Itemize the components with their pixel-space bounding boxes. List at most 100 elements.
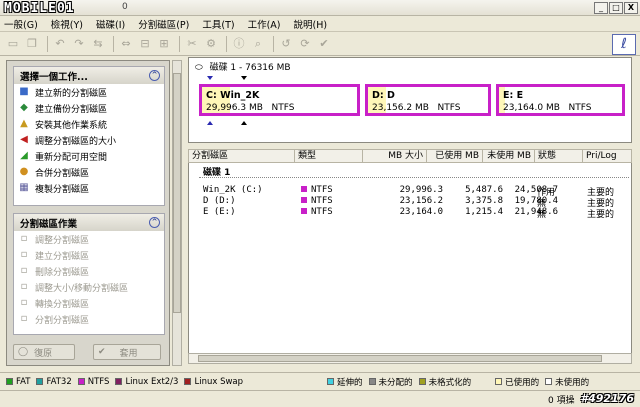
redistribute-icon: ◢ [20, 150, 28, 161]
split-icon[interactable]: ⊟ [137, 36, 153, 52]
maximize-button[interactable]: □ [609, 2, 623, 14]
undo-icon[interactable]: ↶ [52, 36, 68, 52]
operation-item[interactable]: ▫ 調整分割磁區 [14, 231, 164, 247]
merge-icon[interactable]: ⊞ [156, 36, 172, 52]
menu-general[interactable]: 一般(G) [4, 17, 38, 31]
apply-button[interactable]: ✔ 套用 [93, 344, 161, 360]
legend-label: 延伸的 [337, 377, 363, 388]
window-title-tail: 0 [122, 2, 128, 12]
legend-item: 已使用的 [495, 376, 539, 388]
disk-map: ⬭ 磁碟 1 - 76316 MB C: Win_2K 29,996.3 MB … [188, 57, 632, 143]
legend-label: NTFS [87, 376, 110, 387]
revert-icon[interactable]: ↺ [278, 36, 294, 52]
operations-header[interactable]: 分割磁區作業 ^ [14, 214, 164, 231]
partition-d[interactable]: D: D 23,156.2 MB NTFS [365, 84, 491, 116]
partition-e[interactable]: E: E 23,164.0 MB NTFS [496, 84, 625, 116]
task-item[interactable]: ◀ 調整分割磁區的大小 [14, 132, 164, 148]
task-item-label: 安裝其他作業系統 [35, 120, 108, 131]
partition-c[interactable]: C: Win_2K 29,996.3 MB NTFS [199, 84, 360, 116]
col-unused[interactable]: 未使用 MB [483, 150, 535, 162]
toolbar-separator [226, 35, 227, 52]
menu-tools[interactable]: 工具(T) [202, 17, 234, 31]
collapse-icon[interactable]: ^ [149, 70, 160, 81]
task-item[interactable]: ▦ 複製分割磁區 [14, 180, 164, 196]
task-item[interactable]: ● 合併分割磁區 [14, 164, 164, 180]
legend-label: 未格式化的 [428, 377, 472, 388]
menu-tasks[interactable]: 工作(A) [248, 17, 281, 31]
cell-prilog: 主要的 [587, 210, 615, 220]
undo-icon: ◯ [18, 347, 29, 357]
menu-partition[interactable]: 分割磁區(P) [138, 17, 189, 31]
scrollbar-thumb[interactable] [198, 355, 602, 362]
copy-partition-icon: ▦ [19, 182, 29, 193]
task-item[interactable]: ◆ 建立備份分割磁區 [14, 100, 164, 116]
operation-item[interactable]: ▫ 轉換分割磁區 [14, 295, 164, 311]
operation-item-label: 刪除分割磁區 [35, 267, 90, 278]
partition-c-size: 29,996.3 MB NTFS [206, 103, 295, 113]
menu-view[interactable]: 檢視(Y) [51, 17, 83, 31]
col-partition[interactable]: 分割磁區 [189, 150, 295, 162]
check-icon[interactable]: ✔ [316, 36, 332, 52]
toolbar-separator [273, 35, 274, 52]
apply-label: 套用 [119, 348, 138, 359]
legend-label: 未分配的 [378, 377, 413, 388]
disk-label: ⬭ 磁碟 1 - 76316 MB [195, 60, 291, 73]
marker-icon [241, 121, 247, 125]
collapse-icon[interactable]: ^ [149, 217, 160, 228]
tasks-section: 選擇一個工作... ^ ■ 建立新的分割磁區 ◆ 建立備份分割磁區 ▲ 安裝其他作業系統 ◀… [13, 66, 165, 206]
scrollbar-thumb[interactable] [173, 73, 181, 313]
new-partition-icon: ■ [19, 86, 29, 97]
minimize-button[interactable]: _ [594, 2, 608, 14]
col-used[interactable]: 已使用 MB [427, 150, 483, 162]
undo-button[interactable]: ◯ 復原 [13, 344, 75, 360]
task-item[interactable]: ◢ 重新分配可用空間 [14, 148, 164, 164]
menu-bar: 一般(G) 檢視(Y) 磁碟(I) 分割磁區(P) 工具(T) 工作(A) 說明… [0, 16, 640, 32]
legend-item: NTFS [77, 376, 110, 387]
list-horizontal-scrollbar[interactable] [188, 353, 632, 364]
legend-item: 未使用的 [545, 376, 589, 388]
cell-partition: Win_2K (C:) [203, 185, 263, 195]
undo-label: 復原 [34, 348, 53, 359]
task-panel-scrollbar[interactable] [172, 60, 182, 366]
col-size[interactable]: MB 大小 [363, 150, 427, 162]
col-status[interactable]: 狀態 [535, 150, 583, 162]
legend-label: Linux Swap [194, 376, 244, 387]
task-item[interactable]: ■ 建立新的分割磁區 [14, 84, 164, 100]
col-type[interactable]: 類型 [295, 150, 363, 162]
legend-label: 已使用的 [505, 377, 540, 388]
close-button[interactable]: X [624, 2, 638, 14]
legend-swatch-icon [77, 378, 85, 385]
col-prilog[interactable]: Pri/Log [583, 150, 631, 162]
task-item[interactable]: ▲ 安裝其他作業系統 [14, 116, 164, 132]
operation-item[interactable]: ▫ 調整大小/移動分割磁區 [14, 279, 164, 295]
task-item-label: 複製分割磁區 [35, 184, 90, 195]
partition-d-size: 23,156.2 MB NTFS [372, 103, 461, 113]
delete-icon[interactable]: ✂ [184, 36, 200, 52]
new-icon[interactable]: ▭ [5, 36, 21, 52]
disk-icon: ⬭ [195, 63, 203, 73]
menu-help[interactable]: 說明(H) [294, 17, 328, 31]
move-icon[interactable]: ⇆ [90, 36, 106, 52]
redo-icon[interactable]: ↷ [71, 36, 87, 52]
operation-item[interactable]: ▫ 分割分割磁區 [14, 311, 164, 327]
toolbar-separator [113, 35, 114, 52]
operation-item-label: 建立分割磁區 [35, 251, 90, 262]
menu-disk[interactable]: 磁碟(I) [96, 17, 125, 31]
legend-item: FAT [6, 377, 30, 387]
status-bar: 0 項操 #492176 [0, 390, 640, 407]
apply-icon[interactable]: ⟳ [297, 36, 313, 52]
convert-icon[interactable]: ⚙ [203, 36, 219, 52]
window-controls: _ □ X [594, 2, 638, 14]
legend-swatch-icon [327, 378, 335, 385]
backup-icon: ◆ [20, 102, 28, 113]
operation-item[interactable]: ▫ 建立分割磁區 [14, 247, 164, 263]
copy-icon[interactable]: ❐ [24, 36, 40, 52]
operation-item[interactable]: ▫ 刪除分割磁區 [14, 263, 164, 279]
task-item-label: 建立備份分割磁區 [35, 104, 108, 115]
table-row[interactable]: E (E:) NTFS 23,164.0 1,215.4 21,948.6 無主要的 [189, 207, 633, 220]
tasks-header[interactable]: 選擇一個工作... ^ [14, 67, 164, 84]
marker-icon [207, 76, 213, 80]
search-icon[interactable]: ⌕ [250, 36, 266, 52]
resize-icon[interactable]: ⇔ [118, 36, 134, 52]
info-icon[interactable]: ⓘ [231, 36, 247, 52]
